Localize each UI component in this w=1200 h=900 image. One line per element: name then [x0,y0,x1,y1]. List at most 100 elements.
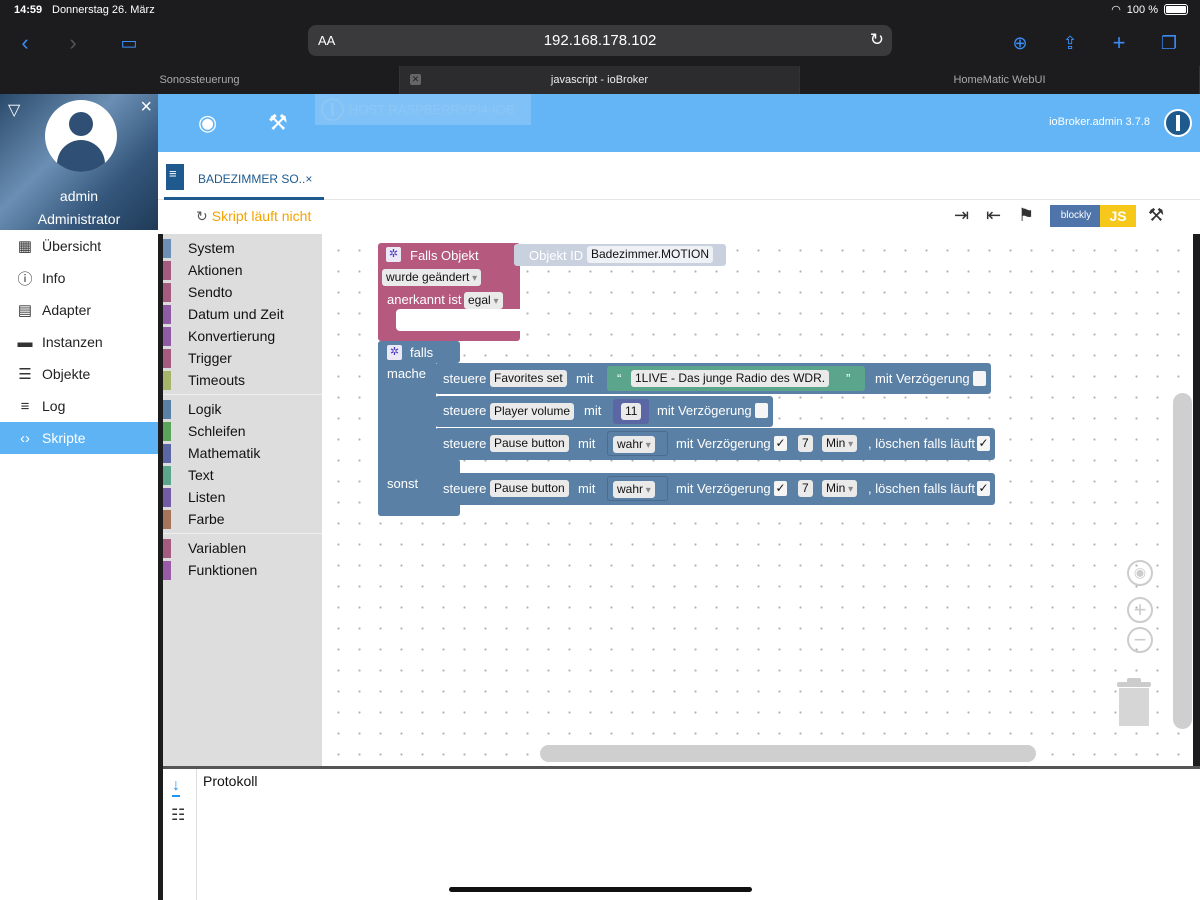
reload-icon[interactable]: ↻ [870,30,884,50]
toolbox-category-sendto[interactable]: Sendto [163,281,322,303]
wrench-icon[interactable]: ⚒ [268,110,288,136]
toolbox-category-logik[interactable]: Logik [163,398,322,420]
script-tab[interactable]: BADEZIMMER SO..× [164,162,324,200]
browser-tab-label: Sonossteuerung [159,74,240,86]
vertical-scrollbar[interactable] [1173,393,1192,729]
sidebar-item-skripte[interactable]: ‹› Skripte [0,422,158,454]
object-id-value[interactable]: Badezimmer.MOTION [587,246,714,263]
back-icon[interactable]: ‹ [10,28,40,58]
browser-tab-active[interactable]: ✕ javascript - ioBroker [400,66,800,94]
control-target-dropdown[interactable]: Pause button [490,480,569,497]
recenter-icon[interactable]: ◉ [1127,560,1153,586]
share-icon[interactable]: ⇪ [1055,28,1085,58]
host-selector[interactable]: HOST RASPBERRYPI4-IOB [315,94,531,125]
blockly-toolbox: System Aktionen Sendto Datum und Zeit Ko… [163,234,322,766]
do-label: mache [387,366,427,381]
sidebar-item-objekte[interactable]: ☰ Objekte [0,358,158,390]
toolbox-category-funktionen[interactable]: Funktionen [163,559,322,581]
home-indicator[interactable] [449,887,752,892]
trigger-ack-dropdown[interactable]: egal [464,292,503,309]
run-status[interactable]: ↻ Skript läuft nicht [196,208,311,225]
trigger-ack-label: anerkannt ist [387,292,462,307]
category-label: Sendto [188,284,233,300]
delay-unit-dropdown[interactable]: Min [822,480,858,497]
address-bar[interactable]: AA 192.168.178.102 ↻ [308,25,892,56]
tabs-overview-icon[interactable]: ❐ [1154,28,1184,58]
browser-tab-label: HomeMatic WebUI [953,74,1046,86]
toolbox-category-timeouts[interactable]: Timeouts [163,369,322,391]
category-label: Listen [188,489,226,505]
gear-icon[interactable]: ✲ [387,345,402,360]
control-target-dropdown[interactable]: Pause button [490,435,569,452]
clear-checkbox[interactable]: ✓ [977,481,990,496]
info-icon: ⓘ [17,270,33,288]
toolbox-category-datum[interactable]: Datum und Zeit [163,303,322,325]
toolbox-category-variablen[interactable]: Variablen [163,537,322,559]
forward-icon[interactable]: › [58,28,88,58]
text-value-field[interactable]: 1LIVE - Das junge Radio des WDR. [631,370,830,387]
close-sidebar-icon[interactable]: × [140,96,152,119]
list-icon: ☰ [18,366,32,383]
sidebar-item-info[interactable]: ⓘ Info [0,262,158,294]
import-icon[interactable]: ⇤ [986,205,1001,226]
sidebar-item-label: Objekte [42,366,91,382]
checkered-flag-icon[interactable]: ⚑ [1018,205,1034,226]
number-value-field[interactable]: 11 [621,403,642,420]
toolbox-category-listen[interactable]: Listen [163,486,322,508]
delay-value-field[interactable]: 7 [798,435,813,452]
browser-tab[interactable]: Sonossteuerung [0,66,400,94]
category-label: Logik [188,401,222,417]
toolbox-category-trigger[interactable]: Trigger [163,347,322,369]
close-script-tab-button[interactable]: × [305,172,312,186]
sidebar-item-instanzen[interactable]: ▬ Instanzen [0,326,158,358]
sidebar-item-uebersicht[interactable]: ▦ Übersicht [0,230,158,262]
control-target-dropdown[interactable]: Favorites set [490,370,567,387]
delay-unit-dropdown[interactable]: Min [822,435,858,452]
control-target-dropdown[interactable]: Player volume [490,403,575,420]
toolbox-category-konvertierung[interactable]: Konvertierung [163,325,322,347]
delay-checkbox[interactable]: ✓ [774,481,787,496]
toolbox-category-schleifen[interactable]: Schleifen [163,420,322,442]
category-label: System [188,240,235,256]
eye-icon[interactable]: ◉ [198,110,217,136]
zoom-out-icon[interactable]: − [1127,627,1153,653]
script-toolbar: ↻ Skript läuft nicht ⇥ ⇤ ⚑ blockly JS ⚒ [158,200,1200,234]
horizontal-scrollbar[interactable] [540,745,1036,762]
bookmarks-icon[interactable]: ▭ [114,28,144,58]
download-arrow-icon[interactable]: ↓ [172,777,180,797]
delay-value-field[interactable]: 7 [798,480,813,497]
app-header: ◉ ⚒ HOST RASPBERRYPI4-IOB ioBroker.admin… [158,94,1200,152]
settings-wrench-icon[interactable]: ⚒ [1148,205,1164,226]
toolbox-category-system[interactable]: System [163,237,322,259]
else-label: sonst [387,476,419,491]
zoom-in-icon[interactable]: + [1127,597,1153,623]
blockly-js-toggle[interactable]: blockly JS [1050,205,1136,227]
toolbox-category-text[interactable]: Text [163,464,322,486]
delay-checkbox[interactable]: ✓ [774,436,787,451]
sidebar-item-adapter[interactable]: ▤ Adapter [0,294,158,326]
downloads-icon[interactable]: ⊕ [1005,28,1035,58]
trash-icon[interactable] [1117,678,1151,726]
trigger-change-dropdown[interactable]: wurde geändert [382,269,482,286]
toolbox-category-farbe[interactable]: Farbe [163,508,322,530]
quote-open-icon: “ [617,371,622,386]
menu-triangle-icon[interactable]: ▽ [8,100,20,120]
gear-icon[interactable]: ✲ [386,247,401,262]
category-label: Timeouts [188,372,246,388]
export-icon[interactable]: ⇥ [954,205,969,226]
code-icon: ‹› [20,429,30,447]
boolean-dropdown[interactable]: wahr [613,481,655,498]
log-toolbar: ↓ ☷ [163,769,197,900]
sidebar-item-log[interactable]: ≡ Log [0,390,158,422]
toolbox-category-aktionen[interactable]: Aktionen [163,259,322,281]
sidebar-item-label: Log [42,398,66,414]
clear-checkbox[interactable]: ✓ [977,436,990,451]
boolean-dropdown[interactable]: wahr [613,436,655,453]
browser-tab[interactable]: HomeMatic WebUI [800,66,1200,94]
delay-checkbox[interactable] [973,371,986,386]
log-view-icon[interactable]: ☷ [171,805,185,825]
new-tab-icon[interactable]: + [1104,28,1134,58]
close-tab-icon[interactable]: ✕ [410,74,421,85]
toolbox-category-mathematik[interactable]: Mathematik [163,442,322,464]
delay-checkbox[interactable] [755,403,768,418]
